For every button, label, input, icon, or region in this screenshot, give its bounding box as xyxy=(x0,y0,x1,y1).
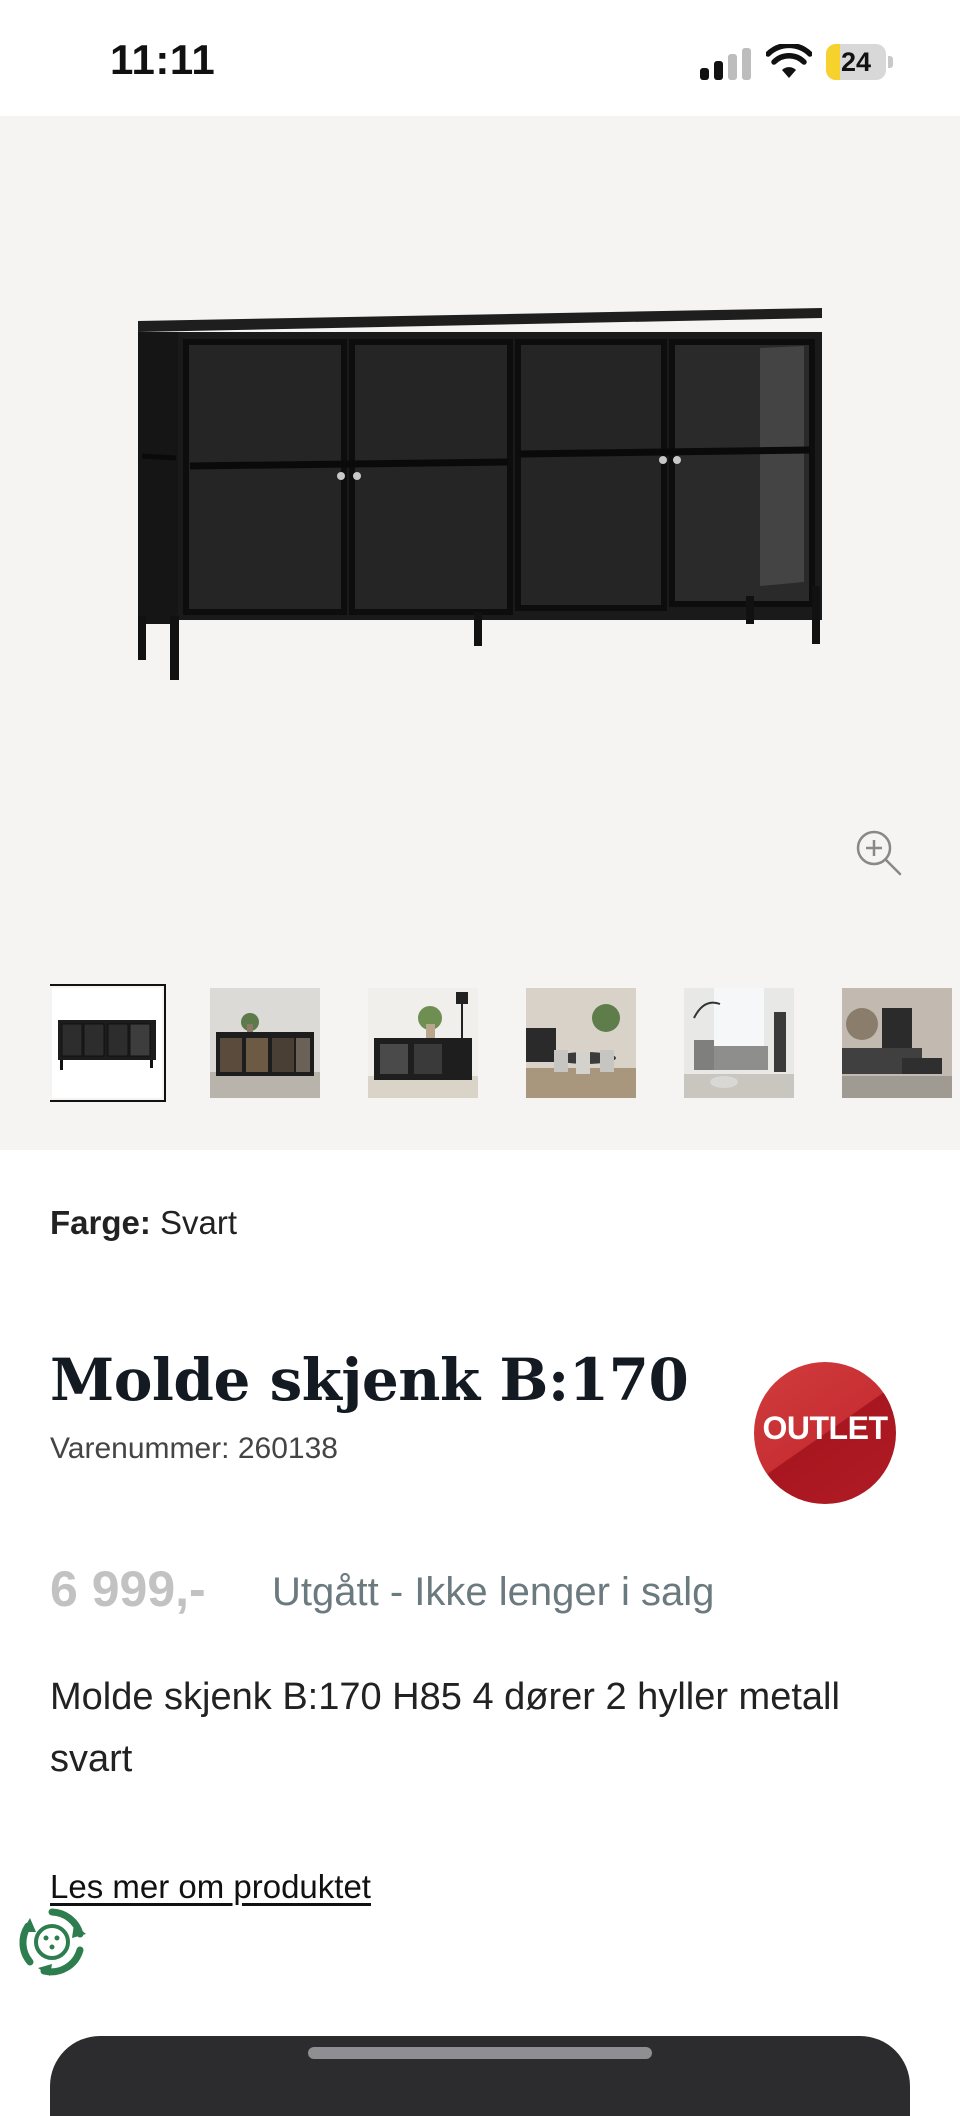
thumbnail-4[interactable] xyxy=(526,988,636,1098)
outlet-badge: OUTLET xyxy=(754,1362,896,1504)
product-price: 6 999,- xyxy=(50,1561,206,1617)
availability-status: Utgått - Ikke lenger i salg xyxy=(272,1570,715,1614)
read-more-link[interactable]: Les mer om produktet xyxy=(50,1868,371,1906)
cellular-signal-icon xyxy=(700,48,752,80)
home-indicator[interactable] xyxy=(308,2047,652,2059)
recycle-eco-icon[interactable] xyxy=(14,1904,90,1980)
outlet-badge-label: OUTLET xyxy=(762,1410,888,1446)
wifi-icon xyxy=(766,44,812,78)
zoom-in-icon[interactable] xyxy=(854,828,904,878)
sku-value: 260138 xyxy=(237,1432,338,1465)
battery-percent: 24 xyxy=(840,47,872,77)
product-gallery xyxy=(0,116,960,1150)
thumbnail-strip xyxy=(50,984,960,1102)
thumbnail-1[interactable] xyxy=(50,984,166,1102)
product-sku: Varenummer: 260138 xyxy=(50,1432,338,1466)
color-value: Svart xyxy=(160,1204,238,1241)
product-title: Molde skjenk B:170 xyxy=(50,1346,689,1414)
color-selector: Farge: Svart xyxy=(50,1204,237,1242)
color-label: Farge: xyxy=(50,1204,151,1241)
battery-indicator: 24 xyxy=(826,44,894,80)
thumbnail-3[interactable] xyxy=(368,988,478,1098)
status-time: 11:11 xyxy=(110,36,216,83)
thumbnail-6[interactable] xyxy=(842,988,952,1098)
sku-label: Varenummer: xyxy=(50,1432,230,1465)
status-bar: 11:11 24 xyxy=(0,0,960,116)
product-main-image[interactable] xyxy=(0,116,960,956)
product-description: Molde skjenk B:170 H85 4 dører 2 hyller … xyxy=(50,1676,840,1780)
thumbnail-2[interactable] xyxy=(210,988,320,1098)
thumbnail-5[interactable] xyxy=(684,988,794,1098)
